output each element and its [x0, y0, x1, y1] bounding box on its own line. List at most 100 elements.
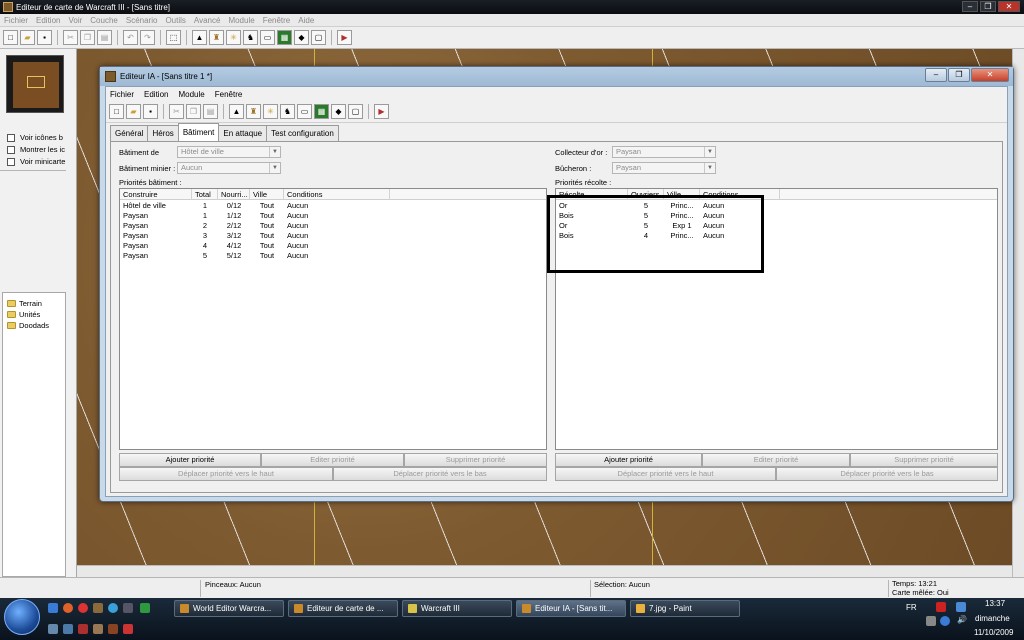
table-row[interactable]: Paysan 5 5/12 Tout Aucun — [120, 251, 390, 261]
save-icon[interactable]: ▪ — [143, 104, 158, 119]
chevron-down-icon[interactable]: ▼ — [269, 163, 280, 173]
menu-module[interactable]: Module — [178, 90, 204, 99]
add-priority-button-batiment[interactable]: Ajouter priorité — [119, 453, 261, 467]
menu-voir[interactable]: Voir — [68, 16, 82, 25]
cut-icon[interactable]: ✂ — [63, 30, 78, 45]
tab-test-configuration[interactable]: Test configuration — [266, 125, 339, 141]
quicklaunch-app6-icon[interactable] — [78, 624, 88, 634]
combo-collecteur-or[interactable]: Paysan ▼ — [612, 146, 716, 158]
region-palette-icon[interactable]: ♞ — [280, 104, 295, 119]
tray-ati-icon[interactable] — [936, 602, 946, 612]
combo-batiment-de[interactable]: Hôtel de ville ▼ — [177, 146, 281, 158]
table-row[interactable]: Paysan 4 4/12 Tout Aucun — [120, 241, 390, 251]
menu-outils[interactable]: Outils — [165, 16, 185, 25]
column-header-total[interactable]: Total — [192, 189, 218, 200]
new-file-icon[interactable]: □ — [109, 104, 124, 119]
region-palette-icon[interactable]: ♞ — [243, 30, 258, 45]
unit-palette-icon[interactable]: ♜ — [246, 104, 261, 119]
redo-icon[interactable]: ↷ — [140, 30, 155, 45]
quicklaunch-app8-icon[interactable] — [108, 624, 118, 634]
menu-module[interactable]: Module — [228, 16, 254, 25]
unit-palette-icon[interactable]: ♜ — [209, 30, 224, 45]
menu-aide[interactable]: Aide — [298, 16, 314, 25]
open-folder-icon[interactable]: ▰ — [126, 104, 141, 119]
paste-icon[interactable]: ▤ — [203, 104, 218, 119]
list-priorites-batiment[interactable]: Construire Total Nourri... Ville Conditi… — [119, 188, 547, 450]
table-row[interactable]: Paysan 3 3/12 Tout Aucun — [120, 231, 390, 241]
menu-fenetre[interactable]: Fenêtre — [263, 16, 291, 25]
edit-priority-button-recolte[interactable]: Editer priorité — [702, 453, 850, 467]
volume-icon[interactable]: 🔊 — [957, 615, 967, 624]
tree-item-terrain[interactable]: Terrain — [3, 298, 65, 309]
palette-tree[interactable]: Terrain Unités Doodads — [2, 292, 66, 577]
combo-bucheron[interactable]: Paysan ▼ — [612, 162, 716, 174]
move-up-button-recolte[interactable]: Déplacer priorité vers le haut — [555, 467, 776, 481]
language-indicator[interactable]: FR — [906, 603, 917, 612]
checkbox-icon[interactable] — [7, 133, 15, 142]
quicklaunch-firefox-icon[interactable] — [63, 603, 73, 613]
object-editor-icon[interactable]: ▢ — [348, 104, 363, 119]
taskbar-button-map-editor[interactable]: Editeur de carte de ... — [288, 600, 398, 617]
new-file-icon[interactable]: □ — [3, 30, 18, 45]
quicklaunch-app-icon[interactable] — [78, 603, 88, 613]
menu-fenetre[interactable]: Fenêtre — [215, 90, 243, 99]
menu-edition[interactable]: Edition — [36, 16, 60, 25]
start-button[interactable] — [4, 599, 40, 635]
tab-heros[interactable]: Héros — [147, 125, 179, 141]
close-icon[interactable]: ✕ — [971, 68, 1009, 82]
maximize-icon[interactable]: ❐ — [948, 68, 970, 82]
doodad-palette-icon[interactable]: ✳ — [263, 104, 278, 119]
paste-icon[interactable]: ▤ — [97, 30, 112, 45]
trigger-editor-icon[interactable]: ▦ — [314, 104, 329, 119]
taskbar-button-world-editor[interactable]: World Editor Warcra... — [174, 600, 284, 617]
move-up-button-batiment[interactable]: Déplacer priorité vers le haut — [119, 467, 333, 481]
checkbox-show-minimap[interactable]: Voir minicarte — [7, 157, 67, 166]
menu-scenario[interactable]: Scénario — [126, 16, 158, 25]
test-map-icon[interactable]: ▶ — [337, 30, 352, 45]
taskbar-button-paint[interactable]: 7.jpg - Paint — [630, 600, 740, 617]
terrain-palette-icon[interactable]: ▲ — [229, 104, 244, 119]
tab-general[interactable]: Général — [110, 125, 149, 141]
minimize-icon[interactable]: ‒ — [962, 1, 978, 12]
ai-editor-titlebar[interactable]: Editeur IA - [Sans titre 1 *] ‒ ❐ ✕ — [100, 67, 1013, 86]
quicklaunch-ie-icon[interactable] — [108, 603, 118, 613]
chevron-down-icon[interactable]: ▼ — [269, 147, 280, 157]
column-header-ville[interactable]: Ville — [250, 189, 284, 200]
tab-en-attaque[interactable]: En attaque — [218, 125, 268, 141]
maximize-icon[interactable]: ❐ — [980, 1, 996, 12]
quicklaunch-worldedit-icon[interactable] — [93, 603, 103, 613]
save-icon[interactable]: ▪ — [37, 30, 52, 45]
close-icon[interactable]: ✕ — [998, 1, 1020, 12]
cut-icon[interactable]: ✂ — [169, 104, 184, 119]
horizontal-scrollbar[interactable] — [77, 565, 1012, 577]
tree-item-doodads[interactable]: Doodads — [3, 320, 65, 331]
tray-arrow-icon[interactable] — [926, 616, 936, 626]
quicklaunch-app5-icon[interactable] — [63, 624, 73, 634]
quicklaunch-desktop-icon[interactable] — [48, 603, 58, 613]
object-editor-icon[interactable]: ▢ — [311, 30, 326, 45]
quicklaunch-app2-icon[interactable] — [123, 603, 133, 613]
minimap[interactable] — [6, 55, 64, 113]
minimize-icon[interactable]: ‒ — [925, 68, 947, 82]
menu-fichier[interactable]: Fichier — [4, 16, 28, 25]
checkbox-icon[interactable] — [7, 145, 15, 154]
clock-time[interactable]: 13:37 — [985, 599, 1005, 608]
quicklaunch-app4-icon[interactable] — [48, 624, 58, 634]
copy-icon[interactable]: ❐ — [186, 104, 201, 119]
add-priority-button-recolte[interactable]: Ajouter priorité — [555, 453, 702, 467]
sound-editor-icon[interactable]: ◆ — [294, 30, 309, 45]
doodad-palette-icon[interactable]: ✳ — [226, 30, 241, 45]
quicklaunch-app9-icon[interactable] — [123, 624, 133, 634]
undo-icon[interactable]: ↶ — [123, 30, 138, 45]
checkbox-icon[interactable] — [7, 157, 15, 166]
checkbox-show-icons[interactable]: Voir icônes b — [7, 133, 67, 142]
chevron-down-icon[interactable]: ▼ — [704, 147, 715, 157]
move-down-button-recolte[interactable]: Déplacer priorité vers le bas — [776, 467, 998, 481]
table-row[interactable]: Paysan 2 2/12 Tout Aucun — [120, 221, 390, 231]
move-down-button-batiment[interactable]: Déplacer priorité vers le bas — [333, 467, 547, 481]
table-row[interactable]: Hôtel de ville 1 0/12 Tout Aucun — [120, 201, 390, 211]
column-header-conditions[interactable]: Conditions — [284, 189, 390, 200]
edit-priority-button-batiment[interactable]: Editer priorité — [261, 453, 404, 467]
menu-edition[interactable]: Edition — [144, 90, 168, 99]
taskbar-button-warcraft[interactable]: Warcraft III — [402, 600, 512, 617]
